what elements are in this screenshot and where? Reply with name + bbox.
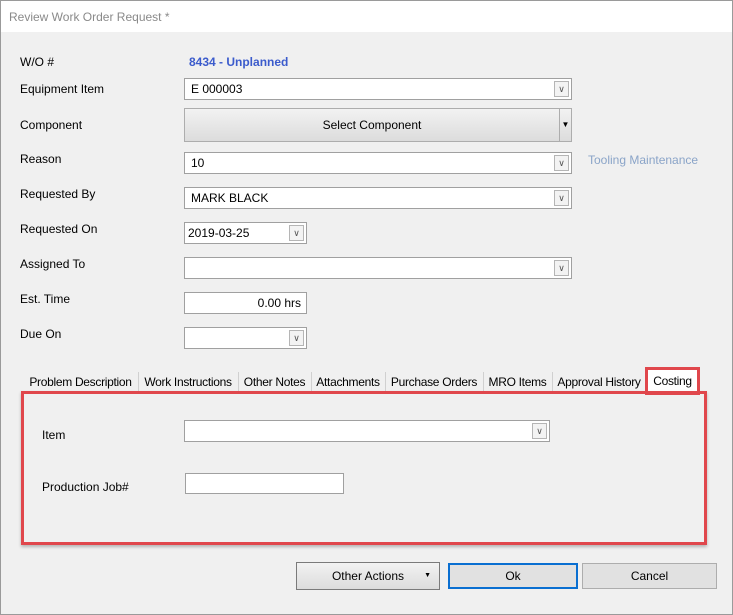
production-job-input[interactable] bbox=[185, 473, 344, 494]
tab-approval-history[interactable]: Approval History bbox=[552, 372, 647, 392]
window-title: Review Work Order Request * bbox=[9, 10, 170, 24]
reason-description: Tooling Maintenance bbox=[588, 153, 699, 167]
costing-panel: Item ∨ Production Job# bbox=[21, 391, 707, 545]
requested-by-value: MARK BLACK bbox=[191, 191, 269, 205]
chevron-down-icon[interactable]: ∨ bbox=[554, 190, 569, 206]
tab-purchase-orders[interactable]: Purchase Orders bbox=[385, 372, 484, 392]
chevron-down-icon[interactable]: ∨ bbox=[289, 330, 304, 346]
item-combo[interactable]: ∨ bbox=[184, 420, 550, 442]
assigned-to-label: Assigned To bbox=[20, 257, 86, 271]
other-actions-label: Other Actions bbox=[331, 569, 405, 583]
dialog-window: Review Work Order Request * W/O # 8434 -… bbox=[0, 0, 733, 615]
chevron-down-icon[interactable]: ∨ bbox=[532, 423, 547, 439]
equipment-value: E 000003 bbox=[191, 82, 243, 96]
wo-value: 8434 - Unplanned bbox=[189, 55, 289, 69]
requested-on-date[interactable]: 2019-03-25 ∨ bbox=[184, 222, 307, 244]
production-job-label: Production Job# bbox=[42, 480, 129, 494]
wo-label: W/O # bbox=[20, 55, 55, 69]
reason-value: 10 bbox=[191, 156, 205, 170]
requested-on-value: 2019-03-25 bbox=[188, 226, 250, 240]
equipment-combo[interactable]: E 000003 ∨ bbox=[184, 78, 572, 100]
chevron-down-icon[interactable]: ∨ bbox=[554, 260, 569, 276]
tab-other-notes[interactable]: Other Notes bbox=[238, 372, 312, 392]
select-component-button[interactable]: Select Component bbox=[184, 108, 560, 142]
requested-by-combo[interactable]: MARK BLACK ∨ bbox=[184, 187, 572, 209]
ok-button[interactable]: Ok bbox=[448, 563, 578, 589]
requested-on-label: Requested On bbox=[20, 222, 98, 236]
caret-down-icon: ▼ bbox=[424, 572, 431, 579]
item-label: Item bbox=[42, 428, 66, 442]
est-time-input[interactable]: 0.00 hrs bbox=[184, 292, 307, 314]
tab-mro-items[interactable]: MRO Items bbox=[483, 372, 553, 392]
component-dropdown-button[interactable]: ▼ bbox=[559, 108, 572, 142]
component-label: Component bbox=[20, 118, 83, 132]
chevron-down-icon[interactable]: ∨ bbox=[554, 155, 569, 171]
title-bar: Review Work Order Request * bbox=[1, 1, 732, 32]
est-time-label: Est. Time bbox=[20, 292, 71, 306]
chevron-down-icon[interactable]: ∨ bbox=[554, 81, 569, 97]
due-on-date[interactable]: ∨ bbox=[184, 327, 307, 349]
reason-combo[interactable]: 10 ∨ bbox=[184, 152, 572, 174]
tab-problem-description[interactable]: Problem Description bbox=[23, 372, 139, 392]
requested-by-label: Requested By bbox=[20, 187, 96, 201]
tab-attachments[interactable]: Attachments bbox=[311, 372, 386, 392]
caret-down-icon: ▼ bbox=[561, 120, 570, 129]
cancel-button[interactable]: Cancel bbox=[582, 563, 717, 589]
equipment-label: Equipment Item bbox=[20, 82, 105, 96]
other-actions-button[interactable]: Other Actions ▼ bbox=[296, 562, 440, 590]
chevron-down-icon[interactable]: ∨ bbox=[289, 225, 304, 241]
due-on-label: Due On bbox=[20, 327, 62, 341]
assigned-to-combo[interactable]: ∨ bbox=[184, 257, 572, 279]
reason-label: Reason bbox=[20, 152, 62, 166]
tab-work-instructions[interactable]: Work Instructions bbox=[138, 372, 239, 392]
